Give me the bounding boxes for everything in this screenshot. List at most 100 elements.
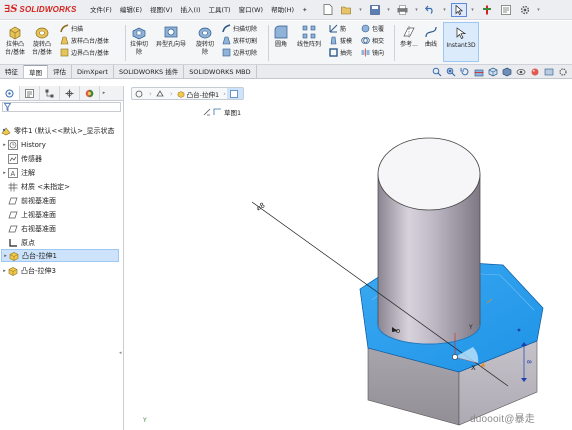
dimxpert-manager-tab[interactable] <box>60 86 80 100</box>
hole-wizard-button[interactable]: 异型孔向导 <box>151 24 191 49</box>
options-gear-icon[interactable] <box>517 3 533 17</box>
tree-item-front-plane[interactable]: 前视基准面 <box>8 194 56 207</box>
boundary-boss-label: 边界凸台/基体 <box>71 50 110 57</box>
tree-root-part[interactable]: 零件1 (默认<<默认>_显示状态 <box>1 124 115 137</box>
open-document-icon[interactable] <box>339 3 355 17</box>
rebuild-icon[interactable] <box>479 3 495 17</box>
previous-view-icon[interactable] <box>460 67 470 77</box>
expand-arrow-icon[interactable]: ▸ <box>1 142 8 148</box>
tab-features[interactable]: 特征 <box>0 65 24 78</box>
menu-tools[interactable]: 工具(T) <box>205 0 235 20</box>
graphics-area[interactable] <box>125 80 572 430</box>
shell-button[interactable]: 抽壳 <box>329 48 352 57</box>
intersect-button[interactable]: 相交 <box>361 36 384 45</box>
extrude-cut-button[interactable]: 拉伸切 除 <box>127 24 151 56</box>
tree-item-annotations[interactable]: ▸ A 注解 <box>1 166 35 179</box>
panel-tabs-overflow[interactable]: ▸ <box>100 86 108 100</box>
revolve-boss-button[interactable]: 旋转凸 台/基体 <box>30 24 54 56</box>
menu-file[interactable]: 文件(F) <box>86 0 116 20</box>
tree-item-right-plane[interactable]: 右视基准面 <box>8 222 56 235</box>
command-manager: 拉伸凸 台/基体 旋转凸 台/基体 扫描 放样凸台/基体 边界凸台/基体 拉伸切… <box>0 21 572 65</box>
tree-item-label: 凸台-拉伸1 <box>22 251 57 260</box>
swept-cut-button[interactable]: 扫描切除 <box>222 24 257 33</box>
tree-item-history[interactable]: ▸ History <box>1 138 46 151</box>
tab-evaluate[interactable]: 评估 <box>48 65 72 78</box>
rib-icon <box>329 24 338 33</box>
instant3d-button[interactable]: Instant3D <box>443 22 479 62</box>
breadcrumb-feature[interactable]: 凸台-拉伸1 <box>174 88 222 99</box>
appearance-icon[interactable] <box>530 67 540 77</box>
undo-icon[interactable] <box>423 3 439 17</box>
part-icon <box>135 90 143 98</box>
chevron-down-icon[interactable]: ▾ <box>358 3 364 17</box>
chevron-down-icon[interactable]: ▾ <box>386 3 392 17</box>
zoom-to-fit-icon[interactable] <box>432 67 442 77</box>
menu-view[interactable]: 视图(V) <box>146 0 177 20</box>
tab-solidworks-addins[interactable]: SOLIDWORKS 插件 <box>114 65 185 78</box>
feature-manager-tab[interactable] <box>0 86 20 100</box>
menu-help[interactable]: 帮助(H) <box>267 0 298 20</box>
curves-icon <box>423 24 439 40</box>
extrude-boss-icon <box>7 24 23 40</box>
expand-arrow-icon[interactable]: ▸ <box>1 170 8 176</box>
section-view-icon[interactable] <box>474 67 484 77</box>
chevron-down-icon[interactable]: ▾ <box>442 3 448 17</box>
new-document-icon[interactable] <box>320 3 336 17</box>
property-manager-tab[interactable] <box>20 86 40 100</box>
scene-icon[interactable] <box>544 67 554 77</box>
view-orientation-icon[interactable] <box>488 67 498 77</box>
tree-item-sensors[interactable]: 传感器 <box>8 152 42 165</box>
tab-solidworks-mbd[interactable]: SOLIDWORKS MBD <box>184 65 257 78</box>
breadcrumb-body[interactable] <box>153 88 169 99</box>
mirror-button[interactable]: 镜向 <box>361 48 384 57</box>
fillet-button[interactable]: 圆角 <box>270 24 292 49</box>
menu-window[interactable]: 窗口(W) <box>235 0 268 20</box>
extrude-boss-button[interactable]: 拉伸凸 台/基体 <box>3 24 27 56</box>
select-pointer-icon[interactable] <box>450 2 467 17</box>
expand-arrow-icon[interactable]: ▸ <box>2 253 9 259</box>
lofted-cut-button[interactable]: 放样切割 <box>222 36 257 45</box>
panel-collapse-handle[interactable]: ◂ <box>119 350 124 360</box>
rib-button[interactable]: 筋 <box>329 24 346 33</box>
tab-sketch[interactable]: 草图 <box>24 65 48 78</box>
revolve-cut-button[interactable]: 旋转切 除 <box>194 24 216 56</box>
hide-show-items-icon[interactable] <box>516 67 526 77</box>
feature-tree-filter[interactable] <box>2 102 121 112</box>
breadcrumb-part[interactable] <box>132 88 148 99</box>
tree-item-material[interactable]: 材质 <未指定> <box>8 180 70 193</box>
print-icon[interactable] <box>395 3 411 17</box>
view-settings-icon[interactable] <box>558 67 568 77</box>
menu-edit[interactable]: 编辑(E) <box>116 0 146 20</box>
tree-item-boss-extrude3[interactable]: ▸ 凸台-拉伸3 <box>1 264 56 277</box>
reference-geometry-button[interactable]: 参考... <box>397 24 421 49</box>
draft-label: 拔模 <box>340 38 353 45</box>
tab-dimxpert[interactable]: DimXpert <box>72 65 114 78</box>
wrap-button[interactable]: 包覆 <box>361 24 384 33</box>
boundary-cut-button[interactable]: 边界切除 <box>222 48 257 57</box>
display-manager-tab[interactable] <box>80 86 100 100</box>
sweep-button[interactable]: 扫描 <box>60 24 83 33</box>
breadcrumb-sketch-detail[interactable]: 草图1 <box>203 106 241 118</box>
tree-item-origin[interactable]: 原点 <box>8 236 35 249</box>
draft-button[interactable]: 拔模 <box>329 36 352 45</box>
curves-button[interactable]: 曲线 <box>420 24 442 49</box>
file-properties-icon[interactable] <box>498 3 514 17</box>
save-icon[interactable] <box>367 3 383 17</box>
boundary-boss-button[interactable]: 边界凸台/基体 <box>60 48 109 57</box>
breadcrumb-sketch[interactable] <box>226 88 243 99</box>
chevron-down-icon[interactable]: ▾ <box>414 3 420 17</box>
zoom-to-area-icon[interactable] <box>446 67 456 77</box>
loft-boss-button[interactable]: 放样凸台/基体 <box>60 36 109 45</box>
display-style-icon[interactable] <box>502 67 512 77</box>
pin-icon[interactable]: ✦ <box>298 0 311 20</box>
tree-item-top-plane[interactable]: 上视基准面 <box>8 208 56 221</box>
tree-item-boss-extrude1[interactable]: ▸ 凸台-拉伸1 <box>1 249 119 262</box>
linear-pattern-button[interactable]: 线性阵列 <box>291 24 327 49</box>
menu-insert[interactable]: 插入(I) <box>177 0 205 20</box>
chevron-down-icon[interactable]: ▾ <box>470 3 476 17</box>
configuration-manager-tab[interactable] <box>40 86 60 100</box>
expand-arrow-icon[interactable]: ▸ <box>1 268 8 274</box>
chevron-down-icon[interactable]: ▾ <box>536 3 542 17</box>
logo-mark: ∃S <box>4 4 18 15</box>
solidworks-logo[interactable]: ∃S SOLIDWORKS <box>0 0 86 20</box>
